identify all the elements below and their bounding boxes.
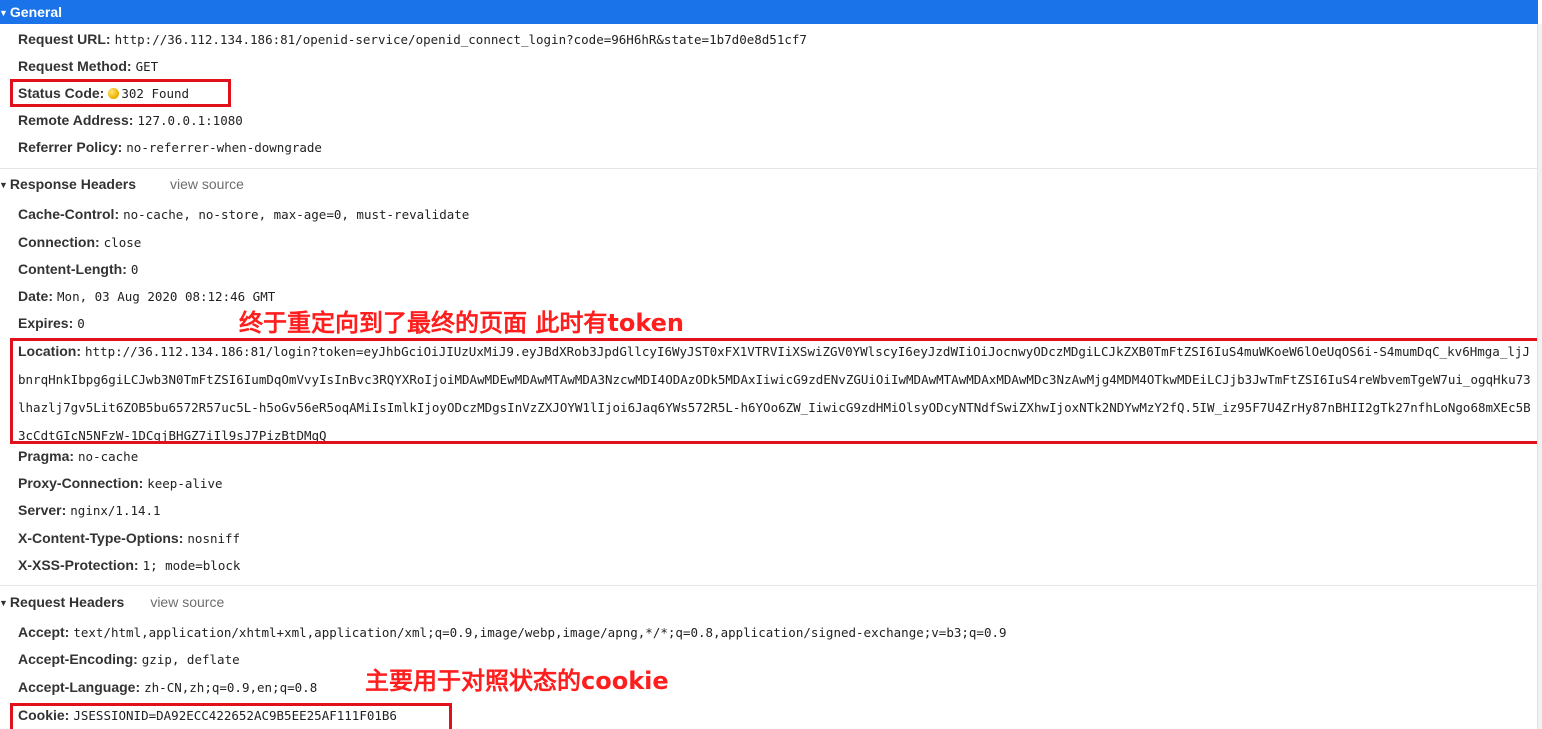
header-row-accept: Accept: text/html,application/xhtml+xml,a… [18,619,1536,646]
section-divider [0,168,1538,169]
cookie-annotation-text: 主要用于对照状态的cookie [365,667,669,695]
header-key: Referrer Policy: [18,139,123,155]
section-request-headers-header[interactable]: ▼ Request Headers view source [0,590,1538,614]
header-key: Date: [18,288,54,304]
header-row-x-content-type-options: X-Content-Type-Options: nosniff [18,525,1536,552]
header-value: GET [135,59,159,74]
collapse-arrow-icon[interactable]: ▼ [0,591,8,615]
header-value: 1; mode=block [142,558,241,573]
header-value: text/html,application/xhtml+xml,applicat… [73,625,1007,640]
header-key: Content-Length: [18,261,127,277]
header-value: gzip, deflate [141,652,240,667]
vertical-scrollbar[interactable] [1537,24,1542,729]
location-highlight-box [10,338,1540,444]
section-title: Response Headers [9,176,136,192]
section-general-header[interactable]: ▼ General [0,0,1538,24]
header-value: close [103,235,142,250]
header-row-accept-encoding: Accept-Encoding: gzip, deflate [18,646,1536,673]
header-row-pragma: Pragma: no-cache [18,443,1536,470]
header-value: no-referrer-when-downgrade [126,140,322,155]
header-value: nosniff [187,531,241,546]
header-value: nginx/1.14.1 [70,503,161,518]
header-key: Server: [18,502,67,518]
header-row-request-method: Request Method: GET [18,53,1536,80]
header-row-server: Server: nginx/1.14.1 [18,497,1536,524]
header-row-referrer-policy: Referrer Policy: no-referrer-when-downgra… [18,134,1536,161]
header-row-remote-address: Remote Address: 127.0.0.1:1080 [18,107,1536,134]
header-key: X-Content-Type-Options: [18,530,184,546]
header-value: no-cache [78,449,139,464]
header-key: Cache-Control: [18,206,120,222]
header-row-connection: Connection: close [18,229,1536,256]
header-key: Request URL: [18,31,111,47]
header-value: Mon, 03 Aug 2020 08:12:46 GMT [57,289,276,304]
header-row-x-xss-protection: X-XSS-Protection: 1; mode=block [18,552,1536,579]
redirect-annotation-text: 终于重定向到了最终的页面 此时有token [239,309,684,337]
section-divider [0,585,1538,586]
header-value: http://36.112.134.186:81/openid-service/… [114,32,807,47]
header-key: Accept: [18,624,70,640]
header-value: 0 [77,316,85,331]
status-code-highlight-box [10,79,231,107]
header-value: 127.0.0.1:1080 [137,113,243,128]
view-source-link[interactable]: view source [170,176,244,192]
header-row-status-code: Status Code: 302 Found [18,80,1536,107]
header-row-request-url: Request URL: http://36.112.134.186:81/ope… [18,26,1536,53]
section-response-headers-header[interactable]: ▼ Response Headers view source [0,172,1538,196]
header-key: Request Method: [18,58,132,74]
header-value: zh-CN,zh;q=0.9,en;q=0.8 [144,680,318,695]
header-row-cache-control: Cache-Control: no-cache, no-store, max-ag… [18,201,1536,228]
header-value: keep-alive [147,476,223,491]
header-key: Expires: [18,315,74,331]
header-key: Remote Address: [18,112,134,128]
cookie-highlight-box [10,703,452,729]
header-value: 0 [130,262,139,277]
view-source-link[interactable]: view source [150,594,224,610]
header-key: X-XSS-Protection: [18,557,139,573]
header-key: Pragma: [18,448,75,464]
section-title: Request Headers [9,594,125,610]
header-row-content-length: Content-Length: 0 [18,256,1536,283]
collapse-arrow-icon[interactable]: ▼ [0,173,8,197]
header-key: Accept-Encoding: [18,651,138,667]
section-title: General [9,4,63,20]
header-value: no-cache, no-store, max-age=0, must-reva… [123,207,470,222]
header-key: Connection: [18,234,100,250]
collapse-arrow-icon[interactable]: ▼ [0,1,8,25]
header-key: Accept-Language: [18,679,141,695]
header-row-accept-language: Accept-Language: zh-CN,zh;q=0.9,en;q=0.8 [18,674,1536,701]
header-row-proxy-connection: Proxy-Connection: keep-alive [18,470,1536,497]
devtools-headers-panel: ▼ General Request URL: http://36.112.134.1… [0,0,1542,729]
header-key: Proxy-Connection: [18,475,144,491]
